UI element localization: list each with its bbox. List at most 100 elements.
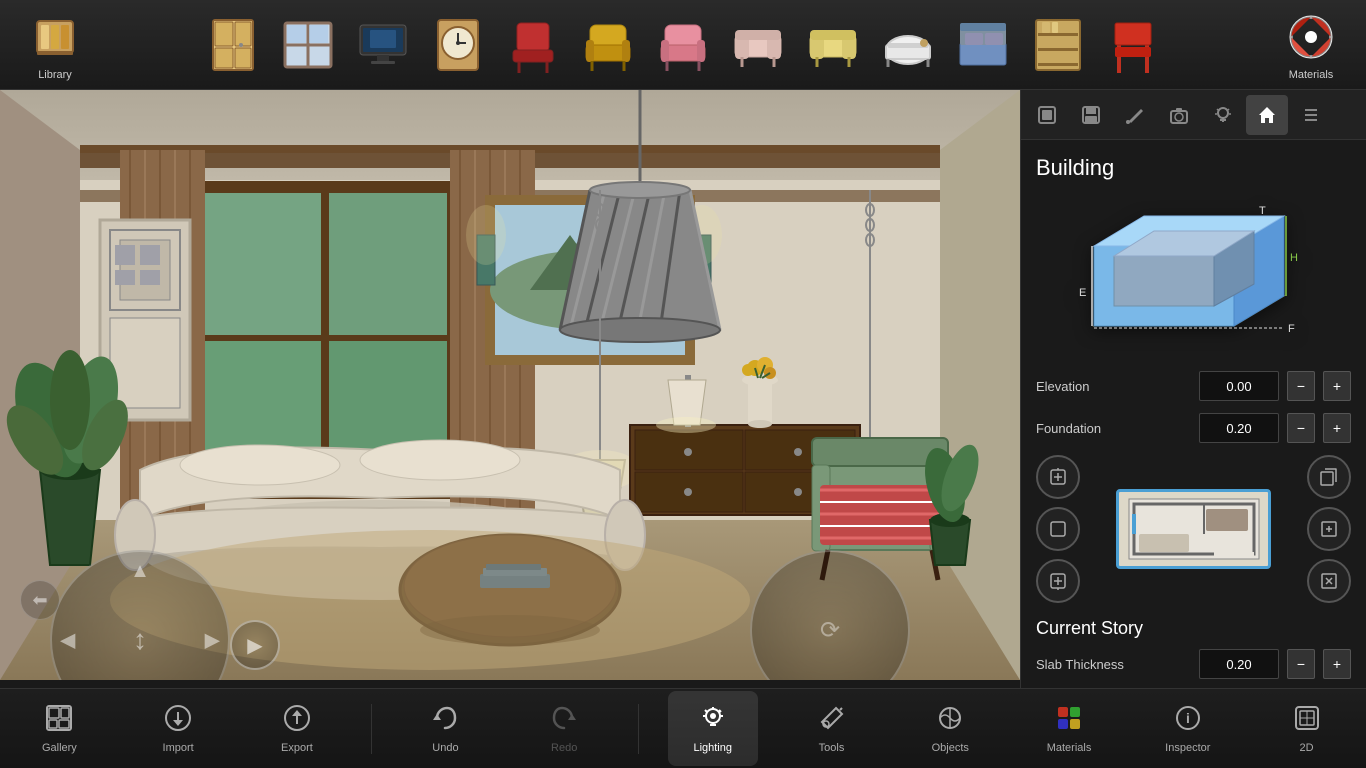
gallery-label: Gallery	[42, 742, 77, 754]
svg-text:E: E	[1079, 287, 1086, 299]
tools-label: Tools	[819, 742, 845, 754]
slab-plus-btn[interactable]: +	[1323, 649, 1351, 679]
undo-icon	[431, 704, 459, 738]
divider-2	[638, 704, 639, 754]
nav-left-arrow[interactable]: ⬅	[20, 580, 60, 620]
redo-button[interactable]: Redo	[519, 691, 609, 766]
2d-label: 2D	[1300, 742, 1314, 754]
import-icon	[164, 704, 192, 738]
select-floor-btn[interactable]	[1036, 507, 1080, 551]
furniture-armchair-pink[interactable]	[648, 15, 718, 75]
materials-bottom-label: Materials	[1047, 742, 1092, 754]
furniture-clock[interactable]	[423, 15, 493, 75]
bottom-toolbar: Gallery Import Export Undo Redo Light	[0, 688, 1366, 768]
panel-title: Building	[1036, 155, 1351, 181]
furniture-sofa-yellow[interactable]	[798, 15, 868, 75]
add-floor-below-btn[interactable]	[1036, 559, 1080, 603]
right-panel: Building	[1020, 90, 1366, 768]
top-toolbar: Library	[0, 0, 1366, 90]
undo-label: Undo	[432, 742, 458, 754]
import-button[interactable]: Import	[133, 691, 223, 766]
inspector-label: Inspector	[1165, 742, 1210, 754]
library-icon	[27, 9, 83, 65]
furniture-bed[interactable]	[948, 15, 1018, 75]
lighting-button[interactable]: Lighting	[668, 691, 758, 766]
2d-icon	[1293, 704, 1321, 738]
export-button[interactable]: Export	[252, 691, 342, 766]
furniture-monitor[interactable]	[348, 15, 418, 75]
materials-bottom-icon	[1055, 704, 1083, 738]
panel-tabs	[1021, 90, 1366, 140]
furniture-shelf[interactable]	[1023, 15, 1093, 75]
elevation-label: Elevation	[1036, 379, 1191, 394]
furniture-dining-chair[interactable]	[1098, 15, 1168, 75]
viewport: ↕ ▲ ▼ ◀ ▶ ▶ ⟳ ⬅	[0, 90, 1020, 680]
materials-label: Materials	[1289, 69, 1334, 81]
paste-floor-btn[interactable]	[1307, 507, 1351, 551]
inspector-button[interactable]: i Inspector	[1143, 691, 1233, 766]
foundation-input[interactable]	[1199, 413, 1279, 443]
foundation-minus-btn[interactable]: −	[1287, 413, 1315, 443]
tab-paint[interactable]	[1114, 95, 1156, 135]
slab-thickness-input[interactable]	[1199, 649, 1279, 679]
add-floor-above-btn[interactable]	[1036, 455, 1080, 499]
slab-minus-btn[interactable]: −	[1287, 649, 1315, 679]
library-button[interactable]: Library	[10, 2, 100, 87]
elevation-minus-btn[interactable]: −	[1287, 371, 1315, 401]
furniture-door[interactable]	[198, 15, 268, 75]
objects-label: Objects	[932, 742, 969, 754]
furniture-armchair-yellow[interactable]	[573, 15, 643, 75]
export-icon	[283, 704, 311, 738]
objects-icon	[936, 704, 964, 738]
panel-content: Building	[1021, 140, 1366, 706]
elevation-input[interactable]	[1199, 371, 1279, 401]
undo-button[interactable]: Undo	[400, 691, 490, 766]
slab-thickness-label: Slab Thickness	[1036, 657, 1191, 672]
current-story-title: Current Story	[1036, 618, 1351, 639]
furniture-sofa-beige[interactable]	[723, 15, 793, 75]
materials-icon	[1283, 9, 1339, 65]
floor-plan-svg	[1124, 494, 1264, 564]
svg-text:H: H	[1290, 252, 1298, 264]
foundation-plus-btn[interactable]: +	[1323, 413, 1351, 443]
tab-select[interactable]	[1026, 95, 1068, 135]
svg-text:i: i	[1186, 710, 1190, 726]
tab-camera[interactable]	[1158, 95, 1200, 135]
building-diagram-svg: T H E F	[1064, 196, 1324, 356]
gallery-button[interactable]: Gallery	[14, 691, 104, 766]
materials-button[interactable]: Materials	[1266, 2, 1356, 87]
redo-label: Redo	[551, 742, 577, 754]
2d-button[interactable]: 2D	[1262, 691, 1352, 766]
tab-light[interactable]	[1202, 95, 1244, 135]
floor-plan-thumbnail[interactable]	[1116, 489, 1271, 569]
slab-thickness-row: Slab Thickness − +	[1036, 649, 1351, 679]
gallery-icon	[45, 704, 73, 738]
svg-text:F: F	[1288, 323, 1295, 335]
foundation-label: Foundation	[1036, 421, 1191, 436]
svg-text:T: T	[1259, 205, 1266, 217]
tools-button[interactable]: Tools	[787, 691, 877, 766]
tab-save[interactable]	[1070, 95, 1112, 135]
furniture-chair-red[interactable]	[498, 15, 568, 75]
export-label: Export	[281, 742, 313, 754]
lighting-icon	[699, 704, 727, 738]
copy-floor-btn[interactable]	[1307, 455, 1351, 499]
foundation-row: Foundation − +	[1036, 413, 1351, 443]
tab-home[interactable]	[1246, 95, 1288, 135]
furniture-window[interactable]	[273, 15, 343, 75]
delete-floor-btn[interactable]	[1307, 559, 1351, 603]
divider-1	[371, 704, 372, 754]
elevation-row: Elevation − +	[1036, 371, 1351, 401]
nav-move-handle[interactable]: ▶	[230, 620, 280, 670]
objects-button[interactable]: Objects	[905, 691, 995, 766]
tools-icon	[818, 704, 846, 738]
nav-rotate-circle[interactable]: ↕ ▲ ▼ ◀ ▶	[50, 550, 230, 680]
materials-bottom-button[interactable]: Materials	[1024, 691, 1114, 766]
building-diagram: T H E F	[1036, 196, 1351, 356]
library-label: Library	[38, 69, 72, 81]
lighting-label: Lighting	[693, 742, 732, 754]
tab-list[interactable]	[1290, 95, 1332, 135]
redo-icon	[550, 704, 578, 738]
elevation-plus-btn[interactable]: +	[1323, 371, 1351, 401]
furniture-bathtub[interactable]	[873, 15, 943, 75]
